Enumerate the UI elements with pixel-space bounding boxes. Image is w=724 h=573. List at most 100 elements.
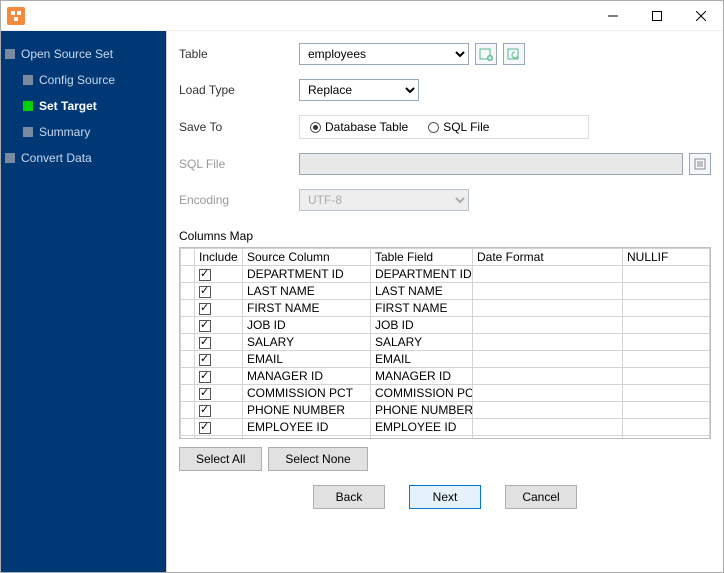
nullif-cell[interactable] (623, 368, 710, 385)
row-handle[interactable] (181, 419, 195, 436)
date-cell[interactable] (473, 317, 623, 334)
nullif-cell[interactable] (623, 351, 710, 368)
table-row[interactable]: FIRST NAMEFIRST NAME (181, 300, 710, 317)
select-none-button[interactable]: Select None (268, 447, 367, 471)
row-handle[interactable] (181, 283, 195, 300)
nullif-cell[interactable] (623, 436, 710, 440)
browse-file-icon[interactable] (689, 153, 711, 175)
row-handle[interactable] (181, 436, 195, 440)
col-field-header[interactable]: Table Field (371, 249, 473, 266)
row-handle[interactable] (181, 334, 195, 351)
source-cell[interactable]: LAST NAME (243, 283, 371, 300)
source-cell[interactable]: MANAGER ID (243, 368, 371, 385)
row-handle[interactable] (181, 300, 195, 317)
table-row[interactable]: EMPLOYEE IDEMPLOYEE ID (181, 419, 710, 436)
include-cell[interactable] (195, 436, 243, 440)
source-cell[interactable]: JOB ID (243, 317, 371, 334)
table-row[interactable]: PHONE NUMBERPHONE NUMBER (181, 402, 710, 419)
checkbox-icon[interactable] (199, 269, 211, 281)
add-table-icon[interactable] (475, 43, 497, 65)
col-date-header[interactable]: Date Format (473, 249, 623, 266)
field-cell[interactable]: EMPLOYEE ID (371, 419, 473, 436)
table-row[interactable]: DEPARTMENT IDDEPARTMENT ID (181, 266, 710, 283)
date-cell[interactable] (473, 419, 623, 436)
include-cell[interactable] (195, 351, 243, 368)
date-cell[interactable] (473, 283, 623, 300)
checkbox-icon[interactable] (199, 286, 211, 298)
include-cell[interactable] (195, 385, 243, 402)
sidebar-item-summary[interactable]: Summary (1, 119, 166, 145)
date-cell[interactable] (473, 334, 623, 351)
maximize-button[interactable] (635, 1, 679, 31)
date-cell[interactable] (473, 300, 623, 317)
field-cell[interactable]: FIRST NAME (371, 300, 473, 317)
select-all-button[interactable]: Select All (179, 447, 262, 471)
refresh-table-icon[interactable] (503, 43, 525, 65)
sidebar-item-set-target[interactable]: Set Target (1, 93, 166, 119)
col-include-header[interactable]: Include (195, 249, 243, 266)
include-cell[interactable] (195, 300, 243, 317)
row-handle[interactable] (181, 266, 195, 283)
table-row[interactable]: MANAGER IDMANAGER ID (181, 368, 710, 385)
minimize-button[interactable] (591, 1, 635, 31)
date-cell[interactable] (473, 368, 623, 385)
table-row[interactable]: HIRE DATEHIRE DATEyyyy-mm-dd (181, 436, 710, 440)
row-handle[interactable] (181, 368, 195, 385)
field-cell[interactable]: HIRE DATE (371, 436, 473, 440)
checkbox-icon[interactable] (199, 422, 211, 434)
row-handle[interactable] (181, 402, 195, 419)
nullif-cell[interactable] (623, 385, 710, 402)
sidebar-item-convert-data[interactable]: Convert Data (1, 145, 166, 171)
nullif-cell[interactable] (623, 317, 710, 334)
table-row[interactable]: SALARYSALARY (181, 334, 710, 351)
field-cell[interactable]: JOB ID (371, 317, 473, 334)
field-cell[interactable]: COMMISSION PCT (371, 385, 473, 402)
source-cell[interactable]: COMMISSION PCT (243, 385, 371, 402)
field-cell[interactable]: DEPARTMENT ID (371, 266, 473, 283)
date-cell[interactable]: yyyy-mm-dd (473, 436, 623, 440)
source-cell[interactable]: SALARY (243, 334, 371, 351)
nullif-cell[interactable] (623, 334, 710, 351)
source-cell[interactable]: DEPARTMENT ID (243, 266, 371, 283)
include-cell[interactable] (195, 419, 243, 436)
field-cell[interactable]: SALARY (371, 334, 473, 351)
back-button[interactable]: Back (313, 485, 385, 509)
checkbox-icon[interactable] (199, 405, 211, 417)
row-handle[interactable] (181, 317, 195, 334)
nullif-cell[interactable] (623, 402, 710, 419)
date-cell[interactable] (473, 402, 623, 419)
source-cell[interactable]: FIRST NAME (243, 300, 371, 317)
date-cell[interactable] (473, 385, 623, 402)
source-cell[interactable]: EMAIL (243, 351, 371, 368)
nullif-cell[interactable] (623, 283, 710, 300)
nullif-cell[interactable] (623, 419, 710, 436)
include-cell[interactable] (195, 317, 243, 334)
row-handle[interactable] (181, 351, 195, 368)
sidebar-item-open-source-set[interactable]: Open Source Set (1, 41, 166, 67)
close-button[interactable] (679, 1, 723, 31)
field-cell[interactable]: MANAGER ID (371, 368, 473, 385)
checkbox-icon[interactable] (199, 303, 211, 315)
checkbox-icon[interactable] (199, 388, 211, 400)
include-cell[interactable] (195, 368, 243, 385)
checkbox-icon[interactable] (199, 371, 211, 383)
saveto-database-radio[interactable]: Database Table (310, 120, 408, 134)
loadtype-select[interactable]: Replace (299, 79, 419, 101)
col-nullif-header[interactable]: NULLIF (623, 249, 710, 266)
row-handle[interactable] (181, 385, 195, 402)
include-cell[interactable] (195, 266, 243, 283)
columns-map-table-wrap[interactable]: Include Source Column Table Field Date F… (179, 247, 711, 439)
date-cell[interactable] (473, 351, 623, 368)
source-cell[interactable]: EMPLOYEE ID (243, 419, 371, 436)
nullif-cell[interactable] (623, 300, 710, 317)
field-cell[interactable]: LAST NAME (371, 283, 473, 300)
cancel-button[interactable]: Cancel (505, 485, 577, 509)
table-row[interactable]: LAST NAMELAST NAME (181, 283, 710, 300)
field-cell[interactable]: EMAIL (371, 351, 473, 368)
source-cell[interactable]: PHONE NUMBER (243, 402, 371, 419)
date-cell[interactable] (473, 266, 623, 283)
field-cell[interactable]: PHONE NUMBER (371, 402, 473, 419)
table-row[interactable]: COMMISSION PCTCOMMISSION PCT (181, 385, 710, 402)
sidebar-item-config-source[interactable]: Config Source (1, 67, 166, 93)
checkbox-icon[interactable] (199, 354, 211, 366)
